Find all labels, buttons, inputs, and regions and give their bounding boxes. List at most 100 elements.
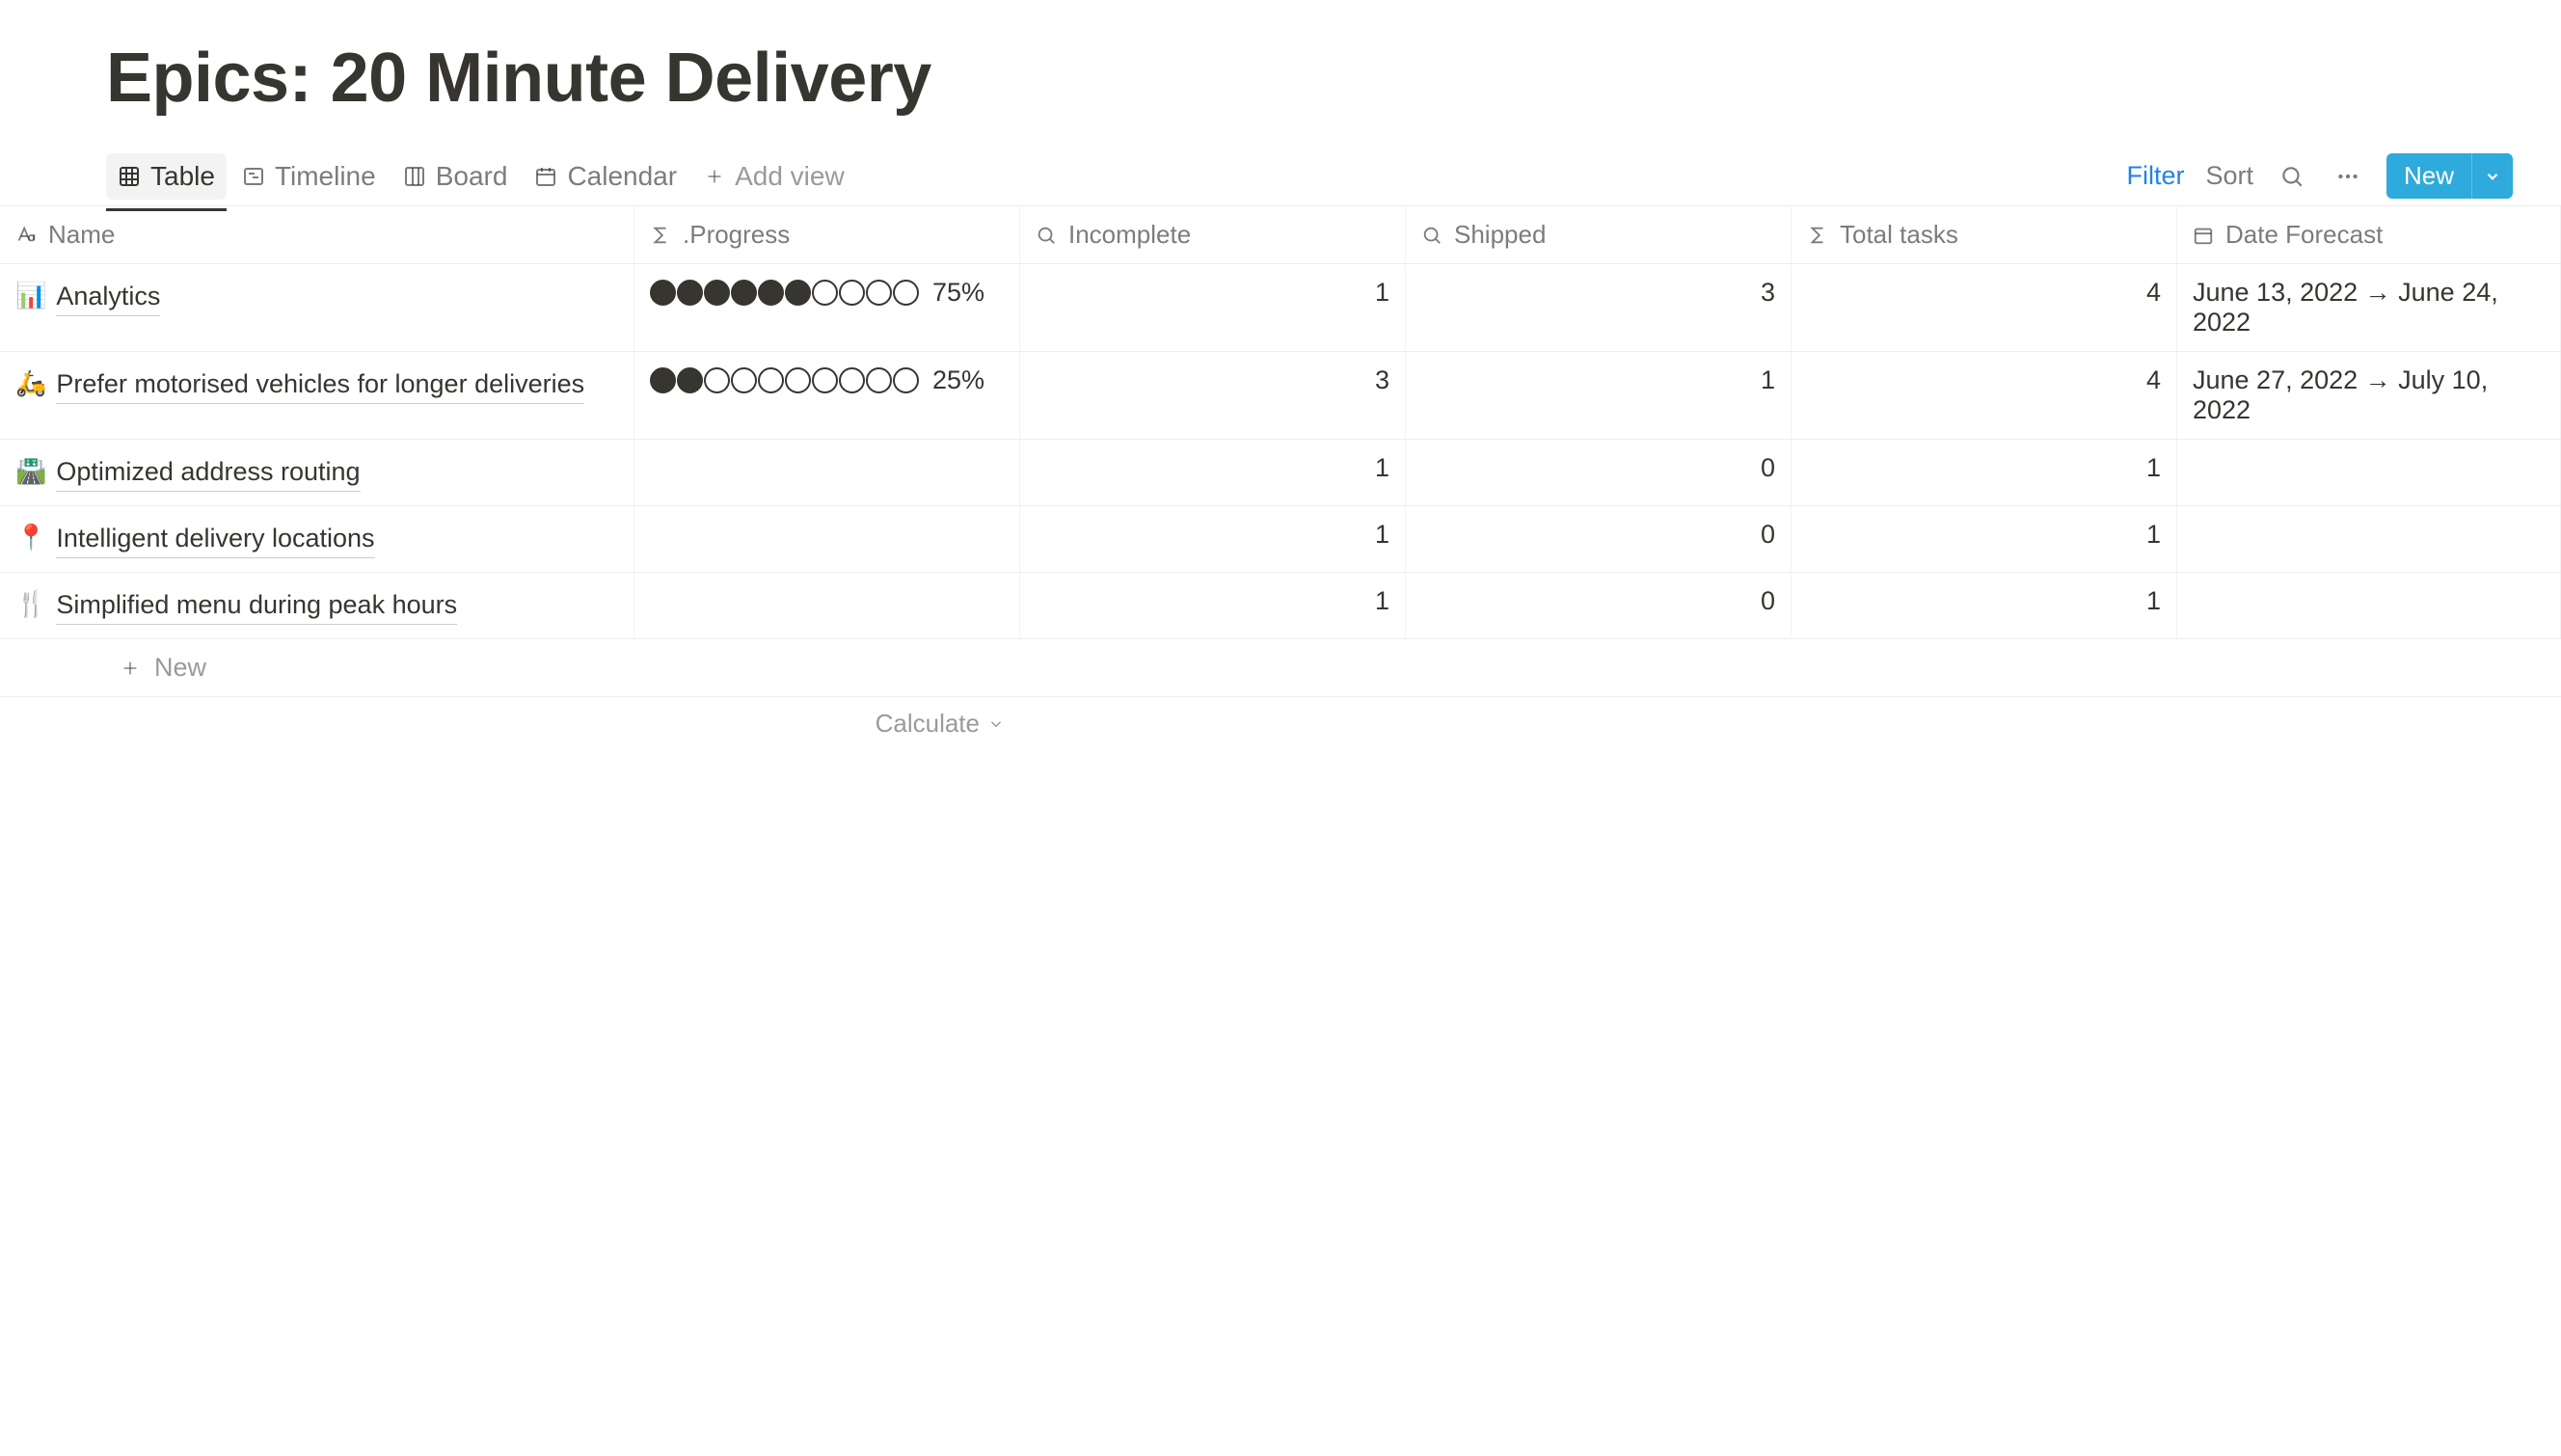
tab-table[interactable]: Table	[106, 153, 227, 200]
progress-dot	[677, 280, 703, 306]
tab-board[interactable]: Board	[391, 153, 520, 200]
cell-incomplete[interactable]: 3	[1020, 352, 1406, 439]
progress-percent: 25%	[932, 365, 984, 395]
tab-label: Calendar	[567, 161, 677, 192]
table-row[interactable]: 📍Intelligent delivery locations 101	[0, 506, 2561, 573]
cell-total[interactable]: 1	[1792, 440, 2177, 505]
progress-dot	[731, 280, 757, 306]
column-label: Shipped	[1454, 220, 1546, 250]
plus-icon	[704, 166, 725, 187]
cell-shipped[interactable]: 0	[1406, 573, 1792, 638]
cell-date[interactable]: June 13, 2022 → June 24, 2022	[2177, 264, 2561, 351]
cell-shipped[interactable]: 1	[1406, 352, 1792, 439]
progress-dot	[812, 367, 838, 393]
tab-calendar[interactable]: Calendar	[523, 153, 688, 200]
column-header-date[interactable]: Date Forecast	[2177, 206, 2561, 263]
column-header-progress[interactable]: .Progress	[634, 206, 1020, 263]
calculate-button[interactable]: Calculate	[634, 697, 1020, 750]
cell-incomplete[interactable]: 1	[1020, 506, 1406, 572]
table-header-row: Name .Progress Incomplete Shipped Total …	[0, 206, 2561, 264]
page-title[interactable]: Epics: 20 Minute Delivery	[0, 19, 2561, 147]
cell-incomplete[interactable]: 1	[1020, 573, 1406, 638]
cell-total[interactable]: 1	[1792, 573, 2177, 638]
table-row[interactable]: 🍴Simplified menu during peak hours 101	[0, 573, 2561, 639]
search-button[interactable]	[2275, 159, 2309, 194]
cell-date[interactable]: June 27, 2022 → July 10, 2022	[2177, 352, 2561, 439]
calendar-icon	[534, 165, 557, 188]
table-row[interactable]: 🛣️Optimized address routing 101	[0, 440, 2561, 506]
progress-dot	[812, 280, 838, 306]
new-button-dropdown[interactable]	[2471, 153, 2513, 199]
cell-date[interactable]	[2177, 573, 2561, 638]
new-button[interactable]: New	[2386, 153, 2471, 199]
tab-label: Board	[436, 161, 508, 192]
chevron-down-icon	[2484, 168, 2501, 185]
cell-name[interactable]: 📍Intelligent delivery locations	[0, 506, 634, 572]
search-icon	[2279, 164, 2305, 189]
new-row-button[interactable]: New	[0, 639, 2561, 697]
progress-dot	[866, 280, 892, 306]
progress-dot	[758, 280, 784, 306]
cell-name[interactable]: 📊Analytics	[0, 264, 634, 351]
table-icon	[118, 165, 141, 188]
cell-date[interactable]	[2177, 440, 2561, 505]
column-label: .Progress	[683, 220, 790, 250]
column-header-total[interactable]: Total tasks	[1792, 206, 2177, 263]
cell-total[interactable]: 1	[1792, 506, 2177, 572]
progress-dot	[785, 280, 811, 306]
progress-dots	[650, 280, 919, 306]
cell-total[interactable]: 4	[1792, 264, 2177, 351]
add-view-button[interactable]: Add view	[692, 153, 856, 200]
dots-icon	[2335, 164, 2360, 189]
table-row[interactable]: 📊Analytics 75% 134June 13, 2022 → June 24,…	[0, 264, 2561, 352]
column-label: Total tasks	[1840, 220, 1958, 250]
progress-dot	[704, 280, 730, 306]
progress-dot	[677, 367, 703, 393]
progress-dot	[866, 367, 892, 393]
progress-dot	[650, 367, 676, 393]
calculate-row: Calculate	[0, 697, 2561, 750]
timeline-icon	[242, 165, 265, 188]
cell-date[interactable]	[2177, 506, 2561, 572]
cell-name[interactable]: 🍴Simplified menu during peak hours	[0, 573, 634, 638]
progress-dot	[893, 280, 919, 306]
row-name-text: Optimized address routing	[56, 453, 360, 492]
cell-progress[interactable]	[634, 506, 1020, 572]
sort-button[interactable]: Sort	[2205, 161, 2253, 191]
magnify-icon	[1421, 225, 1442, 246]
column-label: Name	[48, 220, 115, 250]
filter-button[interactable]: Filter	[2126, 161, 2184, 191]
column-header-shipped[interactable]: Shipped	[1406, 206, 1792, 263]
column-header-incomplete[interactable]: Incomplete	[1020, 206, 1406, 263]
cell-name[interactable]: 🛵 Prefer motorised vehicles for longer de…	[0, 352, 634, 439]
row-emoji-icon: 🍴	[15, 586, 46, 621]
cell-progress[interactable]	[634, 440, 1020, 505]
new-button-group: New	[2386, 153, 2513, 199]
row-name-text: Analytics	[56, 278, 160, 316]
progress-dot	[650, 280, 676, 306]
row-name-text: Prefer motorised vehicles for longer del…	[56, 365, 584, 404]
cell-progress[interactable]: 25%	[634, 352, 1020, 439]
more-button[interactable]	[2331, 159, 2365, 194]
cell-progress[interactable]: 75%	[634, 264, 1020, 351]
calculate-label: Calculate	[876, 709, 980, 739]
cell-total[interactable]: 4	[1792, 352, 2177, 439]
table-row[interactable]: 🛵 Prefer motorised vehicles for longer de…	[0, 352, 2561, 440]
row-emoji-icon: 🛵	[15, 365, 46, 400]
column-header-name[interactable]: Name	[0, 206, 634, 263]
plus-icon	[120, 658, 141, 679]
progress-percent: 75%	[932, 278, 984, 308]
cell-progress[interactable]	[634, 573, 1020, 638]
toolbar-actions: Filter Sort New	[2126, 153, 2513, 199]
new-row-label: New	[154, 653, 206, 683]
progress-dot	[839, 280, 865, 306]
board-icon	[403, 165, 426, 188]
database-table: Name .Progress Incomplete Shipped Total …	[0, 206, 2561, 750]
cell-shipped[interactable]: 3	[1406, 264, 1792, 351]
cell-incomplete[interactable]: 1	[1020, 440, 1406, 505]
cell-shipped[interactable]: 0	[1406, 506, 1792, 572]
tab-timeline[interactable]: Timeline	[230, 153, 388, 200]
cell-name[interactable]: 🛣️Optimized address routing	[0, 440, 634, 505]
cell-shipped[interactable]: 0	[1406, 440, 1792, 505]
cell-incomplete[interactable]: 1	[1020, 264, 1406, 351]
